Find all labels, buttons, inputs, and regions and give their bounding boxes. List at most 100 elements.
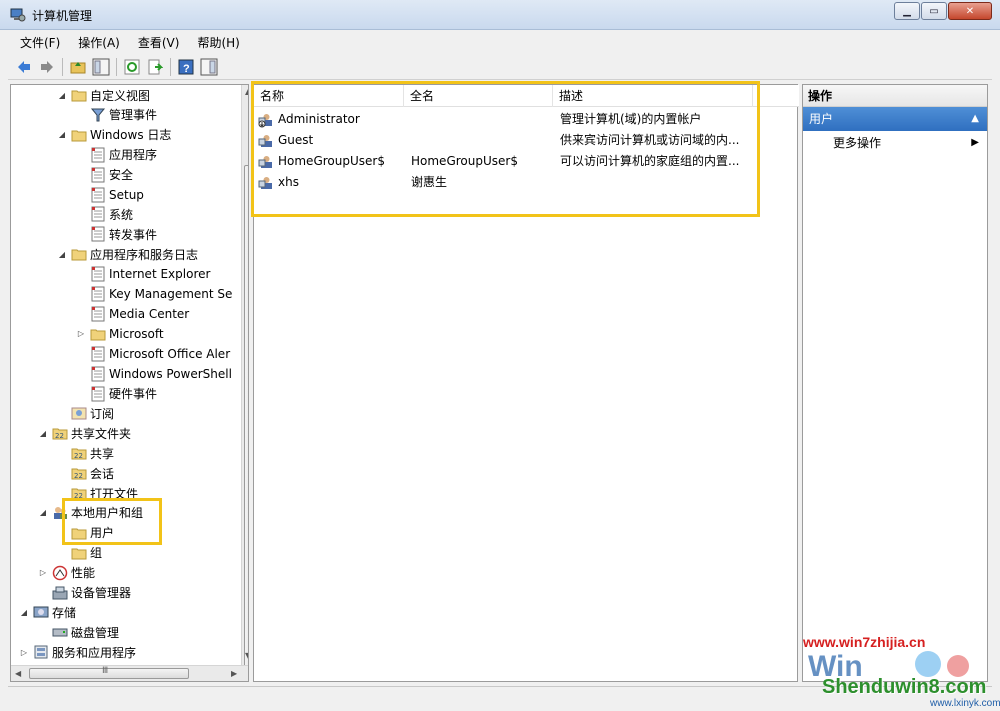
tree-node-label: Microsoft (109, 326, 164, 341)
tree-node-label: 共享 (90, 446, 115, 461)
tree-node-label: 应用程序和服务日志 (90, 247, 199, 262)
close-button[interactable]: ✕ (948, 2, 992, 20)
tree-node-label: Key Management Se (109, 287, 233, 301)
toolbar-separator (116, 57, 117, 76)
watermark-site-1: www.win7zhijia.cn (803, 634, 926, 650)
tree-horizontal-scrollbar[interactable]: ◀ Ⅲ ▶ (11, 665, 248, 681)
show-hide-tree-icon[interactable] (91, 57, 111, 77)
more-actions-item[interactable]: 更多操作 ▶ (803, 131, 987, 155)
folder-icon (90, 326, 106, 342)
scrollbar-thumb[interactable]: Ⅲ (29, 666, 189, 679)
toolbar-separator (170, 57, 171, 76)
shared-folder-icon: 22 (71, 485, 87, 501)
scroll-left-arrow-icon[interactable]: ◀ (15, 669, 21, 678)
expand-toggle-icon[interactable]: ◢ (38, 429, 48, 438)
users-group-icon (52, 505, 68, 521)
tree-node[interactable]: ▷ 服务和应用程序 (19, 642, 136, 662)
minimize-button[interactable]: ▁ (894, 2, 920, 20)
tree-vertical-scrollbar[interactable]: ▲▼ (241, 85, 248, 681)
column-header-fullname[interactable]: 全名 (404, 85, 553, 107)
tree-node[interactable]: ◢ 本地用户和组 (38, 503, 143, 523)
help-icon[interactable]: ? (176, 57, 196, 77)
tree-node-label: Windows 日志 (90, 128, 172, 143)
tree-node[interactable]: 22 打开文件 (57, 483, 138, 503)
tree-node[interactable]: 硬件事件 (76, 384, 157, 404)
tree-node[interactable]: Microsoft Office Aler (76, 344, 230, 364)
tree-node[interactable]: ◢ 22 共享文件夹 (38, 423, 131, 443)
tree-node[interactable]: Media Center (76, 304, 189, 324)
tree-node[interactable]: 管理事件 (76, 105, 157, 125)
tree-node-label: Internet Explorer (109, 267, 211, 282)
column-header-name[interactable]: 名称 (254, 85, 404, 107)
menu-view[interactable]: 查看(V) (126, 32, 186, 52)
menu-action[interactable]: 操作(A) (66, 32, 126, 52)
tree-node[interactable]: 订阅 (57, 403, 114, 423)
column-header-description[interactable]: 描述 (553, 85, 753, 107)
table-row[interactable]: HomeGroupUser$ HomeGroupUser$ 可以访问计算机的家庭组的… (254, 151, 799, 172)
show-hide-action-pane-icon[interactable] (199, 57, 219, 77)
log-icon (90, 366, 106, 382)
tree-node[interactable]: Windows PowerShell (76, 364, 232, 384)
forward-arrow-icon[interactable] (37, 57, 57, 77)
tree-node-label: Media Center (109, 306, 190, 321)
tree-node[interactable]: 22 共享 (57, 443, 114, 463)
scroll-up-arrow-icon[interactable]: ▲ (245, 87, 248, 96)
tree-node[interactable]: Internet Explorer (76, 264, 210, 284)
back-arrow-icon[interactable] (14, 57, 34, 77)
actions-section-label: 用户 (809, 112, 834, 126)
tree-node[interactable]: ▷ 性能 (38, 563, 95, 583)
tree-node[interactable]: ◢ 自定义视图 (57, 85, 150, 105)
window-controls: ▁ ▭ ✕ (893, 2, 992, 20)
table-row[interactable]: xhs 谢惠生 (254, 172, 799, 193)
tree-node[interactable]: ◢ Windows 日志 (57, 125, 171, 145)
expand-toggle-icon[interactable]: ◢ (19, 608, 29, 617)
menu-file[interactable]: 文件(F) (8, 32, 66, 52)
tree-node-label: 性能 (71, 566, 96, 581)
cell-description: 管理计算机(域)的内置帐户 (560, 112, 702, 126)
expand-toggle-icon[interactable]: ◢ (57, 250, 67, 259)
expand-toggle-icon[interactable]: ◢ (57, 91, 67, 100)
tree-node[interactable]: 组 (57, 543, 102, 563)
shared-folder-icon: 22 (71, 445, 87, 461)
up-folder-icon[interactable] (68, 57, 88, 77)
tree-node-label: 用户 (90, 524, 115, 542)
tree-node[interactable]: 设备管理器 (38, 583, 131, 603)
expand-toggle-icon[interactable]: ◢ (57, 130, 67, 139)
tree-node[interactable]: Key Management Se (76, 284, 232, 304)
tree-node[interactable]: Setup (76, 185, 144, 205)
tree-node[interactable]: 用户 (57, 523, 115, 543)
folder-icon (71, 87, 87, 103)
table-row[interactable]: Guest 供来宾访问计算机或访问域的内... (254, 130, 799, 151)
tree-node[interactable]: 22 会话 (57, 463, 114, 483)
scrollbar-grip: Ⅲ (102, 666, 109, 676)
svg-text:22: 22 (74, 452, 83, 460)
menu-help[interactable]: 帮助(H) (185, 32, 245, 52)
tree-node[interactable]: 安全 (76, 165, 133, 185)
log-icon (90, 346, 106, 362)
scrollbar-thumb[interactable] (244, 165, 248, 681)
disabled-user-icon (258, 112, 274, 128)
scroll-down-arrow-icon[interactable]: ▼ (245, 651, 248, 660)
expand-toggle-icon[interactable]: ◢ (38, 508, 48, 517)
table-row[interactable]: Administrator 管理计算机(域)的内置帐户 (254, 109, 799, 130)
tree-node[interactable]: 转发事件 (76, 224, 157, 244)
tree-node-label: 存储 (52, 605, 77, 620)
toolbar-separator (62, 57, 63, 76)
tree-node-label: 共享文件夹 (71, 426, 132, 441)
tree-node[interactable]: 系统 (76, 204, 133, 224)
expand-toggle-icon[interactable]: ▷ (76, 329, 86, 338)
scroll-right-arrow-icon[interactable]: ▶ (231, 669, 237, 678)
log-icon (90, 187, 106, 203)
actions-section-users[interactable]: 用户 ▲ (803, 107, 987, 131)
refresh-icon[interactable] (122, 57, 142, 77)
expand-toggle-icon[interactable]: ▷ (19, 648, 29, 657)
tree-node[interactable]: ◢ 存储 (19, 602, 76, 622)
collapse-caret-icon[interactable]: ▲ (971, 107, 979, 131)
tree-node[interactable]: 磁盘管理 (38, 622, 119, 642)
tree-node[interactable]: ◢ 应用程序和服务日志 (57, 244, 198, 264)
export-list-icon[interactable] (145, 57, 165, 77)
expand-toggle-icon[interactable]: ▷ (38, 568, 48, 577)
tree-node[interactable]: ▷ Microsoft (76, 324, 164, 344)
maximize-button[interactable]: ▭ (921, 2, 947, 20)
tree-node[interactable]: 应用程序 (76, 145, 157, 165)
